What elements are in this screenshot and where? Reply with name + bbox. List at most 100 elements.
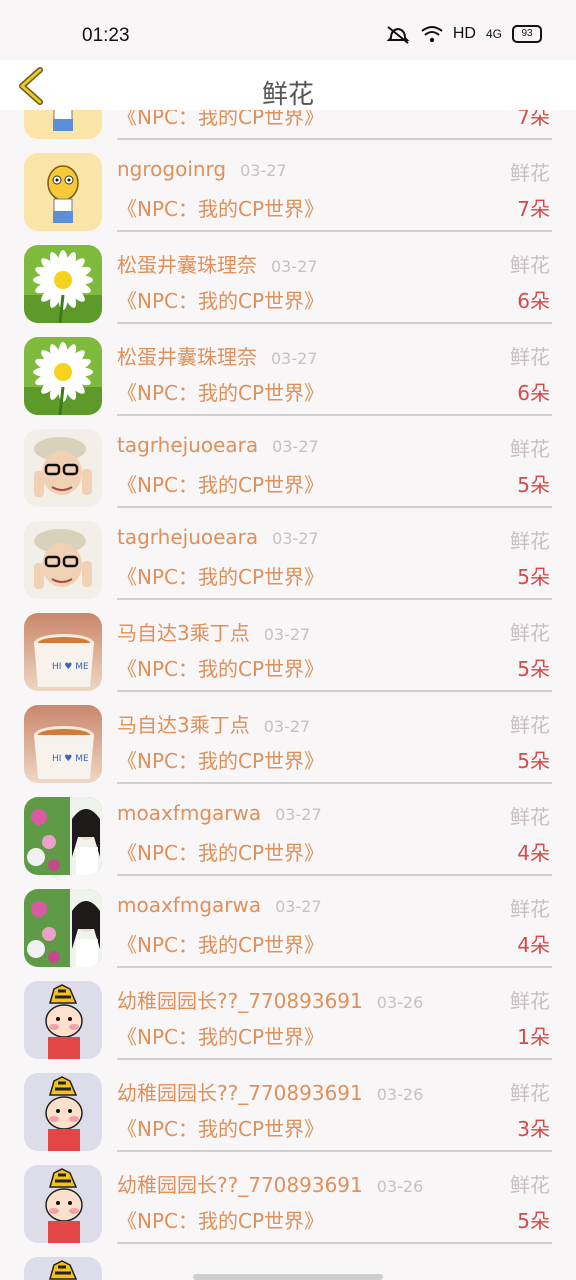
gift-date: 03-26 <box>376 993 424 1012</box>
book-title[interactable]: 《NPC：我的CP世界》 <box>117 1021 324 1050</box>
gift-date: 03-27 <box>271 257 318 276</box>
list-item[interactable]: 幼稚园园长??_770893691 03-26 鲜花 《NPC：我的CP世界》 1朵 <box>0 974 576 1066</box>
avatar[interactable] <box>24 981 102 1059</box>
signal-type: 4G <box>485 27 502 41</box>
status-icons: HD 4G 93 <box>385 24 542 44</box>
user-name: moaxfmgarwa 03-27 <box>117 893 322 917</box>
book-title[interactable]: 《NPC：我的CP世界》 <box>117 837 324 866</box>
avatar[interactable] <box>24 1257 102 1280</box>
row-divider <box>117 1058 552 1060</box>
list-item[interactable]: HI ♥ ME 马自达3乘丁点 03-27 鲜花《NPC：我的CP世界》 5朵 <box>0 606 576 698</box>
row-divider <box>117 414 552 416</box>
avatar[interactable] <box>24 889 102 967</box>
gift-date: 03-27 <box>272 529 319 548</box>
home-indicator[interactable] <box>193 1274 383 1280</box>
battery-icon: 93 <box>512 25 542 43</box>
user-name: 马自达3乘丁点 03-27 <box>117 709 310 738</box>
gift-date: 03-27 <box>275 897 322 916</box>
flower-count: 5朵 <box>517 657 550 681</box>
avatar[interactable] <box>24 1165 102 1243</box>
book-title[interactable]: 《NPC：我的CP世界》 <box>117 561 324 590</box>
page-title: 鲜花 <box>261 80 314 110</box>
row-divider <box>117 874 552 876</box>
list-item[interactable]: moaxfmgarwa 03-27 鲜花 《NPC：我的CP世界》 4朵 <box>0 790 576 882</box>
avatar[interactable] <box>24 337 102 415</box>
book-title[interactable]: 《NPC：我的CP世界》 <box>117 469 324 498</box>
user-name: 幼稚园园长??_770893691 03-26 <box>117 1077 423 1106</box>
book-title[interactable]: 《NPC：我的CP世界》 <box>117 745 324 774</box>
svg-text:HI ♥ ME: HI ♥ ME <box>52 754 89 764</box>
user-name-text: moaxfmgarwa <box>117 801 262 825</box>
gift-type: 鲜花 <box>510 897 550 921</box>
gift-date: 03-27 <box>275 805 322 824</box>
list-item[interactable]: 幼稚园园长??_770893691 03-26 鲜花 《NPC：我的CP世界》 3朵 <box>0 1066 576 1158</box>
avatar[interactable]: HI ♥ ME <box>24 613 102 691</box>
row-divider <box>117 230 552 232</box>
flower-count: 4朵 <box>517 933 550 957</box>
avatar[interactable] <box>24 1073 102 1151</box>
avatar[interactable] <box>24 797 102 875</box>
user-name-text: 马自达3乘丁点 <box>117 621 250 645</box>
list-item[interactable]: ngrogoinrg 03-27 鲜花《NPC：我的CP世界》 7朵 <box>0 146 576 238</box>
row-divider <box>117 322 552 324</box>
svg-text:HI ♥ ME: HI ♥ ME <box>52 662 89 672</box>
avatar[interactable] <box>24 110 102 139</box>
gift-type: 鲜花 <box>510 621 550 645</box>
book-title[interactable]: 《NPC：我的CP世界》 <box>117 1113 324 1142</box>
user-name: 马自达3乘丁点 03-27 <box>117 617 310 646</box>
list-item[interactable]: 幼稚园园长??_770893691 03-26 鲜花 《NPC：我的CP世界》 5朵 <box>0 1158 576 1250</box>
user-name-text: 幼稚园园长??_770893691 <box>117 1173 363 1197</box>
user-name: moaxfmgarwa 03-27 <box>117 801 322 825</box>
mute-icon <box>386 26 410 44</box>
user-name-text: 幼稚园园长??_770893691 <box>117 1081 363 1105</box>
row-divider <box>117 506 552 508</box>
list-item[interactable]: 《NPC：我的CP世界》 7朵 <box>0 110 576 146</box>
book-title[interactable]: 《NPC：我的CP世界》 <box>117 285 324 314</box>
gift-type: 鲜花 <box>510 1173 550 1197</box>
gift-type: 鲜花 <box>510 437 550 461</box>
gift-type: 鲜花 <box>510 989 550 1013</box>
gift-type: 鲜花 <box>510 345 550 369</box>
book-title[interactable]: 《NPC：我的CP世界》 <box>117 653 324 682</box>
row-divider <box>117 1150 552 1152</box>
status-time: 01:23 <box>82 25 130 46</box>
row-divider <box>117 1242 552 1244</box>
row-divider <box>117 598 552 600</box>
avatar[interactable] <box>24 521 102 599</box>
book-title[interactable]: 《NPC：我的CP世界》 <box>117 1205 324 1234</box>
list-item[interactable]: HI ♥ ME 马自达3乘丁点 03-27 鲜花 《NPC：我的CP世界》 5朵 <box>0 698 576 790</box>
network-type: HD <box>452 25 476 42</box>
flower-count: 6朵 <box>517 381 550 405</box>
gift-date: 03-27 <box>271 349 318 368</box>
list-item[interactable]: tagrhejuoeara 03-27 鲜花 《NPC：我的CP世界》 5朵 <box>0 422 576 514</box>
gift-date: 03-27 <box>240 161 287 180</box>
gift-type: 鲜花 <box>510 805 550 829</box>
user-name-text: ngrogoinrg <box>117 157 227 181</box>
flower-count: 5朵 <box>517 749 550 773</box>
list-item[interactable]: tagrhejuoeara 03-27 鲜花 《NPC：我的CP世界》 5朵 <box>0 514 576 606</box>
user-name: 松蛋井囊珠理奈 03-27 <box>117 341 318 370</box>
list-item[interactable]: 松蛋井囊珠理奈 03-27 鲜花《NPC：我的CP世界》 6朵 <box>0 330 576 422</box>
gift-date: 03-26 <box>376 1085 424 1104</box>
gift-type: 鲜花 <box>510 529 550 553</box>
list-item[interactable]: moaxfmgarwa 03-27 鲜花《NPC：我的CP世界》 4朵 <box>0 882 576 974</box>
status-bar: 01:23 HD 4G 93 <box>0 0 576 60</box>
avatar[interactable] <box>24 429 102 507</box>
book-title[interactable]: 《NPC：我的CP世界》 <box>117 929 324 958</box>
user-name: 幼稚园园长??_770893691 03-26 <box>117 1169 423 1198</box>
avatar[interactable]: HI ♥ ME <box>24 705 102 783</box>
book-title[interactable]: 《NPC：我的CP世界》 <box>117 193 324 222</box>
avatar[interactable] <box>24 245 102 323</box>
wifi-icon <box>421 26 443 43</box>
gift-type: 鲜花 <box>510 161 550 185</box>
list-item[interactable]: 松蛋井囊珠理奈 03-27 鲜花 《NPC：我的CP世界》 6朵 <box>0 238 576 330</box>
avatar[interactable] <box>24 153 102 231</box>
book-title[interactable]: 《NPC：我的CP世界》 <box>117 110 324 130</box>
flower-count: 7朵 <box>517 197 550 221</box>
flower-count: 7朵 <box>517 110 550 129</box>
user-name-text: tagrhejuoeara <box>117 525 259 549</box>
user-name: ngrogoinrg 03-27 <box>117 157 287 181</box>
book-title[interactable]: 《NPC：我的CP世界》 <box>117 377 324 406</box>
flower-count: 5朵 <box>517 473 550 497</box>
row-divider <box>117 782 552 784</box>
